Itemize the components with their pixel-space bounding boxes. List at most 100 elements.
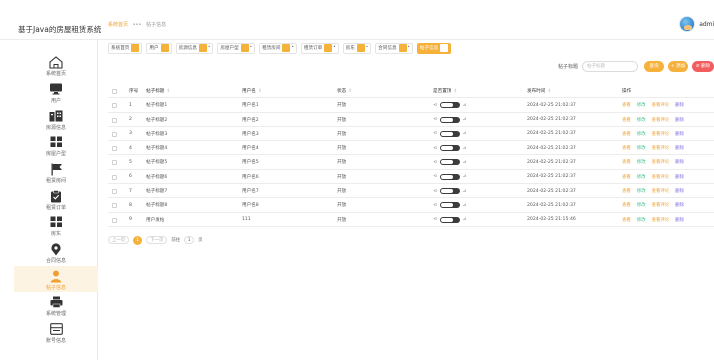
sidebar-item-system-admin[interactable]: 系统管理 <box>14 292 98 318</box>
sidebar-item-landlords[interactable]: 房东 <box>14 212 98 238</box>
row-checkbox[interactable] <box>112 146 117 152</box>
edit-button[interactable]: 修改 <box>637 217 646 223</box>
select-all-checkbox[interactable] <box>112 89 117 94</box>
view-comments-button[interactable]: 查看评论 <box>652 217 670 223</box>
delete-row-button[interactable]: 删除 <box>675 188 684 194</box>
sidebar-item-room-types[interactable]: 房屋户型 <box>14 132 98 158</box>
sidebar-item-users[interactable]: 用户 <box>14 79 98 105</box>
row-checkbox[interactable] <box>112 117 117 123</box>
user-name[interactable]: admin <box>699 21 714 28</box>
view-button[interactable]: 查看 <box>622 159 631 165</box>
breadcrumb-home[interactable]: 系统首页 <box>108 22 128 28</box>
row-checkbox[interactable] <box>112 103 117 109</box>
top-toggle[interactable] <box>439 159 460 166</box>
header-title[interactable]: 帖子标题 ⇕ <box>146 84 170 98</box>
delete-row-button[interactable]: 删除 <box>675 217 684 223</box>
top-toggle[interactable] <box>439 116 460 123</box>
view-button[interactable]: 查看 <box>622 131 631 137</box>
top-toggle[interactable] <box>439 188 460 195</box>
tab-system-home[interactable]: 系统首页 <box>108 42 143 54</box>
row-checkbox[interactable] <box>112 217 117 223</box>
row-checkbox[interactable] <box>112 131 117 137</box>
top-toggle[interactable] <box>439 216 460 223</box>
view-button[interactable]: 查看 <box>622 202 631 208</box>
sidebar-item-houses[interactable]: 房源信息 <box>14 106 98 132</box>
edit-button[interactable]: 修改 <box>637 159 646 165</box>
edit-button[interactable]: 修改 <box>637 102 646 108</box>
view-button[interactable]: 查看 <box>622 145 631 151</box>
sidebar-item-rental-rooms[interactable]: 租赁房间 <box>14 159 98 185</box>
tab-close-icon[interactable] <box>324 44 333 52</box>
delete-row-button[interactable]: 删除 <box>675 117 684 123</box>
sort-icon[interactable]: ⇕ <box>166 89 170 94</box>
delete-button[interactable]: ⊘ 删除 <box>692 60 714 72</box>
sidebar-item-rental-orders[interactable]: 租赁订单 <box>14 186 98 212</box>
header-time[interactable]: 发布时间 ⇕ <box>527 84 551 98</box>
tab-contracts[interactable]: 合同信息 • <box>375 42 413 54</box>
delete-row-button[interactable]: 删除 <box>675 131 684 137</box>
next-page-button[interactable]: 下一页 <box>146 236 168 244</box>
sort-icon[interactable]: ⇕ <box>547 89 551 94</box>
view-comments-button[interactable]: 查看评论 <box>652 131 670 137</box>
view-comments-button[interactable]: 查看评论 <box>652 188 670 194</box>
tab-close-icon[interactable] <box>398 44 407 52</box>
view-comments-button[interactable]: 查看评论 <box>652 159 670 165</box>
search-input[interactable]: 帖子标题 <box>582 60 638 72</box>
current-page[interactable]: 1 <box>133 235 143 245</box>
delete-row-button[interactable]: 删除 <box>675 174 684 180</box>
goto-page-input[interactable]: 1 <box>184 236 195 244</box>
view-button[interactable]: 查看 <box>622 117 631 123</box>
tab-rental-rooms[interactable]: 租赁房间 • <box>259 42 297 54</box>
avatar[interactable] <box>679 16 696 32</box>
edit-button[interactable]: 修改 <box>637 117 646 123</box>
row-checkbox[interactable] <box>112 160 117 166</box>
sidebar-item-home[interactable]: 系统首页 <box>14 52 98 78</box>
view-comments-button[interactable]: 查看评论 <box>652 117 670 123</box>
row-checkbox[interactable] <box>112 189 117 195</box>
header-state[interactable]: 状态 ⇕ <box>337 84 352 98</box>
edit-button[interactable]: 修改 <box>637 131 646 137</box>
tab-houses[interactable]: 房源信息 • <box>175 42 214 54</box>
edit-button[interactable]: 修改 <box>637 202 646 208</box>
tab-room-types[interactable]: 房屋户型 • <box>217 42 256 54</box>
tab-close-icon[interactable] <box>282 44 291 52</box>
tab-users[interactable]: 用户 <box>146 42 172 54</box>
edit-button[interactable]: 修改 <box>637 188 646 194</box>
top-toggle[interactable] <box>439 130 460 137</box>
edit-button[interactable]: 修改 <box>637 174 646 180</box>
tab-close-icon[interactable] <box>440 44 449 52</box>
sidebar-item-account[interactable]: 账号信息 <box>14 319 98 345</box>
view-comments-button[interactable]: 查看评论 <box>652 145 670 151</box>
sort-icon[interactable]: ⇕ <box>453 89 457 94</box>
tab-close-icon[interactable] <box>198 44 207 52</box>
view-button[interactable]: 查看 <box>622 174 631 180</box>
add-button[interactable]: + 添加 <box>668 60 688 72</box>
top-toggle[interactable] <box>439 173 460 180</box>
view-button[interactable]: 查看 <box>622 188 631 194</box>
view-comments-button[interactable]: 查看评论 <box>652 174 670 180</box>
top-toggle[interactable] <box>439 102 460 109</box>
delete-row-button[interactable]: 删除 <box>675 202 684 208</box>
header-user[interactable]: 用户名 ⇕ <box>242 84 262 98</box>
delete-row-button[interactable]: 删除 <box>675 145 684 151</box>
tab-close-icon[interactable] <box>240 44 249 52</box>
top-toggle[interactable] <box>439 145 460 152</box>
view-comments-button[interactable]: 查看评论 <box>652 102 670 108</box>
tab-close-icon[interactable] <box>131 44 140 52</box>
view-button[interactable]: 查看 <box>622 102 631 108</box>
edit-button[interactable]: 修改 <box>637 145 646 151</box>
view-comments-button[interactable]: 查看评论 <box>652 202 670 208</box>
prev-page-button[interactable]: 上一页 <box>108 236 130 244</box>
delete-row-button[interactable]: 删除 <box>675 159 684 165</box>
user-menu[interactable]: admin <box>679 16 714 32</box>
tab-landlords[interactable]: 房东 • <box>342 42 372 54</box>
sidebar-item-posts[interactable]: 帖子信息 <box>14 266 98 292</box>
tab-close-icon[interactable] <box>160 44 169 52</box>
sidebar-item-contracts[interactable]: 合同信息 <box>14 239 98 265</box>
row-checkbox[interactable] <box>112 174 117 180</box>
tab-close-icon[interactable] <box>356 44 365 52</box>
delete-row-button[interactable]: 删除 <box>675 102 684 108</box>
view-button[interactable]: 查看 <box>622 217 631 223</box>
tab-rental-orders[interactable]: 租赁订单 • <box>300 42 339 54</box>
row-checkbox[interactable] <box>112 203 117 209</box>
